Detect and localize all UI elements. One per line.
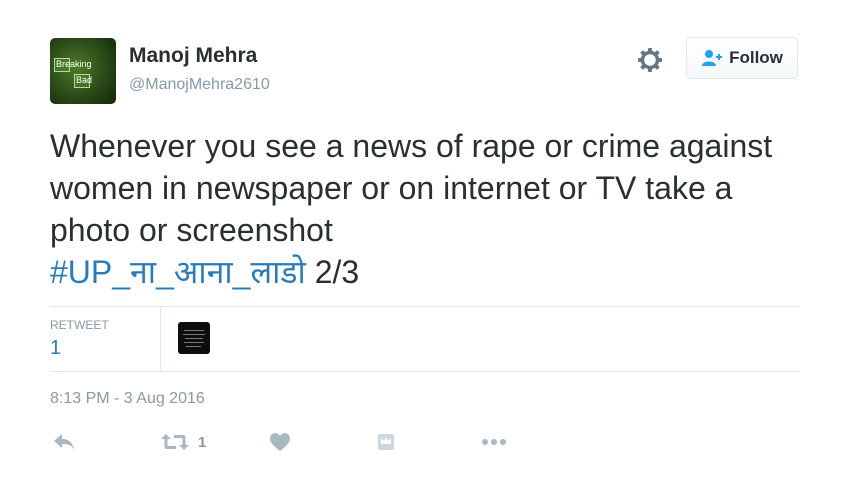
- more-icon: [482, 439, 506, 445]
- user-avatar[interactable]: Breaking Bad: [50, 38, 116, 104]
- more-button[interactable]: [480, 428, 508, 456]
- retweet-stat-count[interactable]: 1: [50, 337, 61, 360]
- tweet-timestamp[interactable]: 8:13 PM - 3 Aug 2016: [50, 390, 205, 408]
- like-button[interactable]: [269, 428, 291, 456]
- gear-icon[interactable]: [637, 47, 663, 73]
- moments-button[interactable]: [376, 428, 396, 456]
- retweeter-avatar[interactable]: [178, 322, 210, 354]
- heart-icon: [270, 433, 290, 451]
- retweet-count: 1: [198, 433, 207, 451]
- user-handle[interactable]: @ManojMehra2610: [129, 76, 270, 94]
- hashtag-link[interactable]: #UP_ना_आना_लाडो: [50, 254, 306, 290]
- tweet-text: Whenever you see a news of rape or crime…: [50, 125, 820, 293]
- tweet-stats: RETWEET 1: [50, 306, 800, 372]
- retweet-stat-label[interactable]: RETWEET: [50, 318, 109, 332]
- avatar-text: Bad: [76, 75, 93, 85]
- tweet-actions: 1: [50, 428, 550, 456]
- tweet-body: Whenever you see a news of rape or crime…: [50, 128, 773, 248]
- tweet-card: Breaking Bad Manoj Mehra @ManojMehra2610: [0, 0, 850, 501]
- retweet-button[interactable]: 1: [160, 428, 206, 456]
- tweet-suffix: 2/3: [305, 254, 360, 290]
- follow-button[interactable]: Follow: [686, 37, 798, 79]
- reply-icon: [54, 434, 74, 450]
- user-name[interactable]: Manoj Mehra: [129, 44, 257, 68]
- retweet-icon: [161, 434, 189, 450]
- follow-label: Follow: [729, 48, 783, 67]
- reply-button[interactable]: [52, 428, 76, 456]
- moments-icon: [378, 434, 394, 450]
- stats-divider: [160, 307, 161, 371]
- avatar-text: Breaking: [56, 59, 92, 69]
- add-person-icon: [702, 50, 723, 66]
